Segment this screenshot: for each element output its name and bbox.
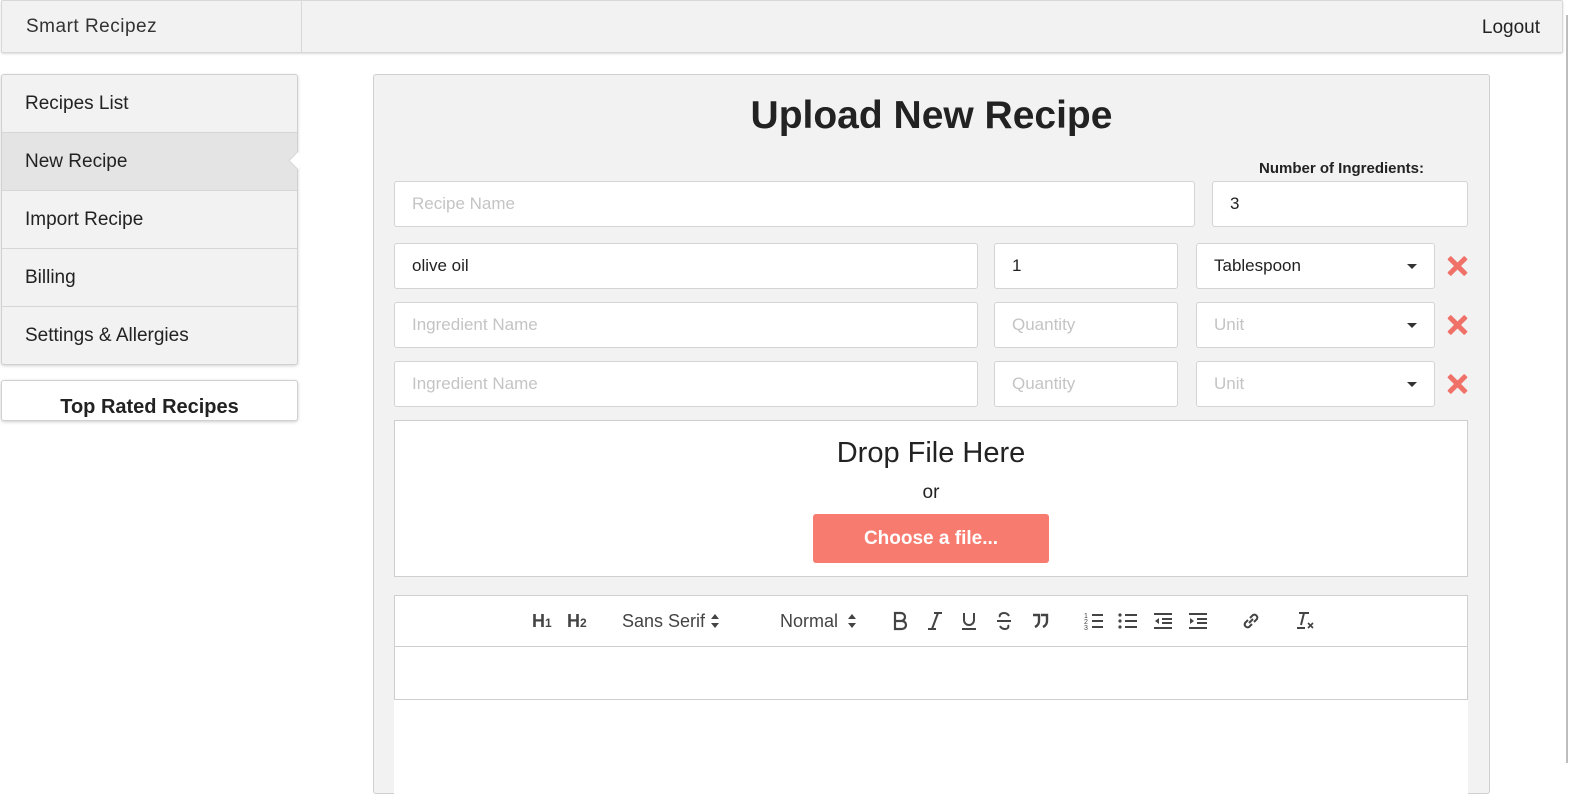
- editor-bottom-area: [394, 700, 1468, 800]
- bold-icon: [893, 611, 908, 631]
- clear-format-button[interactable]: [1295, 596, 1315, 646]
- ingredient-unit-select[interactable]: Unit: [1196, 361, 1435, 407]
- outdent-icon: [1154, 613, 1172, 629]
- ingredient-unit-select[interactable]: Unit: [1196, 302, 1435, 348]
- select-arrows-icon: [848, 614, 857, 628]
- ingredient-name-input[interactable]: olive oil: [394, 243, 978, 289]
- italic-button[interactable]: [926, 596, 946, 646]
- caret-down-icon: [1407, 264, 1417, 269]
- page-scrollbar[interactable]: [1566, 15, 1568, 763]
- sidebar-item-import-recipe[interactable]: Import Recipe: [2, 191, 297, 249]
- file-dropzone[interactable]: Drop File Here or Choose a file...: [394, 420, 1468, 577]
- select-arrows-icon: [711, 614, 720, 628]
- sidebar-menu: Recipes List New Recipe Import Recipe Bi…: [1, 74, 298, 365]
- blockquote-button[interactable]: [1031, 596, 1051, 646]
- sidebar-item-new-recipe[interactable]: New Recipe: [2, 133, 297, 191]
- top-rated-recipes-card[interactable]: Top Rated Recipes: [1, 380, 298, 421]
- unit-select-value: Tablespoon: [1214, 256, 1301, 275]
- remove-ingredient-icon[interactable]: [1446, 373, 1468, 395]
- font-family-select[interactable]: Sans Serif: [622, 596, 720, 646]
- italic-icon: [928, 612, 942, 630]
- indent-icon: [1189, 613, 1207, 629]
- upload-recipe-panel: Upload New Recipe Number of Ingredients:…: [373, 74, 1490, 800]
- svg-text:3: 3: [1084, 625, 1088, 631]
- indent-button[interactable]: [1188, 596, 1208, 646]
- strikethrough-button[interactable]: [995, 596, 1015, 646]
- ingredient-name-input[interactable]: Ingredient Name: [394, 302, 978, 348]
- underline-button[interactable]: [960, 596, 980, 646]
- font-size-select[interactable]: Normal: [780, 596, 857, 646]
- brand-logo[interactable]: Smart Recipez: [2, 1, 302, 52]
- sidebar-item-billing[interactable]: Billing: [2, 249, 297, 307]
- bullet-list-icon: [1118, 613, 1137, 629]
- bullet-list-button[interactable]: [1118, 596, 1138, 646]
- logout-link[interactable]: Logout: [1482, 1, 1540, 54]
- top-navbar: Smart Recipez Logout: [1, 0, 1563, 53]
- remove-ingredient-icon[interactable]: [1446, 255, 1468, 277]
- heading-1-button[interactable]: H1 H1: [527, 596, 552, 646]
- link-button[interactable]: [1241, 596, 1261, 646]
- dropzone-or-text: or: [922, 482, 940, 503]
- page-title: Upload New Recipe: [750, 94, 1113, 137]
- editor-toolbar: H1 H1 H2 H2 Sans Serif Normal: [394, 595, 1468, 647]
- sidebar-item-recipes-list[interactable]: Recipes List: [2, 75, 297, 133]
- choose-file-button[interactable]: Choose a file...: [813, 514, 1049, 563]
- editor-content-area[interactable]: [394, 646, 1468, 700]
- num-ingredients-label: Number of Ingredients:: [1259, 160, 1425, 177]
- ingredient-name-input[interactable]: Ingredient Name: [394, 361, 978, 407]
- heading-2-icon: H2: [567, 611, 587, 631]
- caret-down-icon: [1407, 382, 1417, 387]
- ordered-list-icon: 123: [1084, 613, 1103, 631]
- outdent-button[interactable]: [1153, 596, 1173, 646]
- caret-down-icon: [1407, 323, 1417, 328]
- heading-2-button[interactable]: H2 H2: [562, 596, 587, 646]
- ingredient-quantity-input[interactable]: 1: [994, 243, 1178, 289]
- ingredient-unit-select[interactable]: Tablespoon: [1196, 243, 1435, 289]
- link-icon: [1243, 613, 1259, 629]
- rich-text-editor: H1 H1 H2 H2 Sans Serif Normal: [394, 595, 1468, 800]
- ingredient-quantity-input[interactable]: Quantity: [994, 302, 1178, 348]
- unit-select-value: Unit: [1214, 315, 1245, 334]
- num-ingredients-input[interactable]: 3: [1212, 181, 1468, 227]
- heading-1-icon: H1: [532, 611, 552, 631]
- clear-format-icon: [1297, 612, 1314, 629]
- underline-icon: [962, 613, 976, 630]
- unit-select-value: Unit: [1214, 374, 1245, 393]
- ordered-list-button[interactable]: 123: [1084, 596, 1104, 646]
- recipe-name-input[interactable]: Recipe Name: [394, 181, 1195, 227]
- dropzone-title: Drop File Here: [836, 437, 1026, 469]
- strikethrough-icon: [997, 611, 1011, 631]
- ingredient-quantity-input[interactable]: Quantity: [994, 361, 1178, 407]
- bold-button[interactable]: [891, 596, 911, 646]
- sidebar-item-settings-allergies[interactable]: Settings & Allergies: [2, 307, 297, 364]
- remove-ingredient-icon[interactable]: [1446, 314, 1468, 336]
- quote-icon: [1033, 613, 1049, 629]
